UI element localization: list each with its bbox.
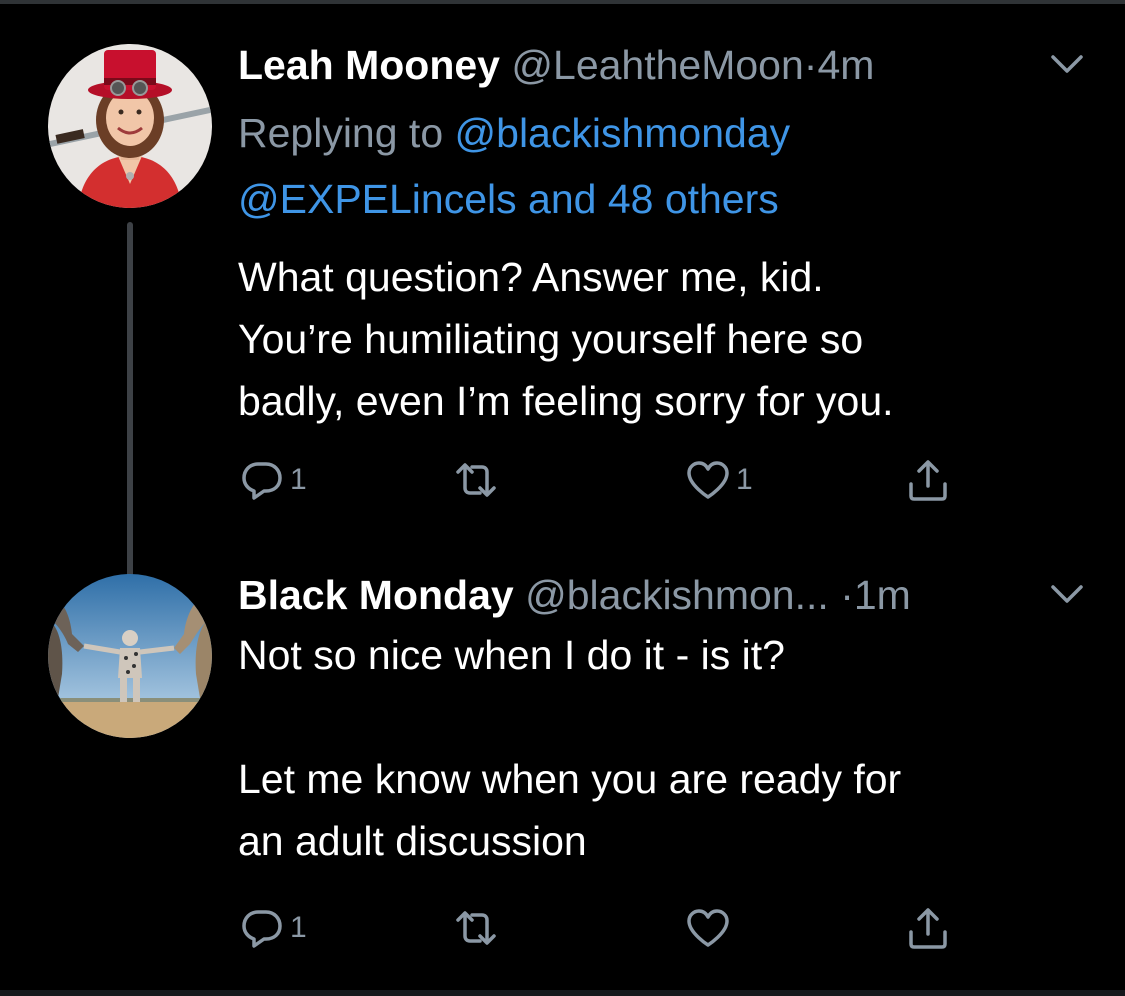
tweet-time[interactable]: 4m — [817, 42, 874, 88]
retweet-button[interactable] — [452, 450, 504, 510]
tweet-text-line: badly, even I’m feeling sorry for you. — [238, 378, 894, 424]
author-handle[interactable]: @blackishmon... — [525, 572, 829, 618]
tweet-time[interactable]: 1m — [854, 572, 911, 618]
tweet-text: Not so nice when I do it - is it? Let me… — [238, 624, 1098, 872]
tweet-actions: 1 — [238, 898, 998, 958]
retweet-button[interactable] — [452, 898, 504, 958]
retweet-icon — [456, 911, 496, 945]
share-button[interactable] — [904, 898, 952, 958]
mention-link[interactable]: @blackishmonday — [455, 110, 791, 156]
reply-button[interactable]: 1 — [238, 898, 307, 958]
avatar[interactable] — [48, 44, 212, 208]
share-button[interactable] — [904, 450, 952, 510]
tweet-text-line — [238, 686, 1098, 748]
author-name[interactable]: Leah Mooney — [238, 42, 500, 88]
reply-icon — [242, 910, 282, 948]
chevron-down-icon[interactable] — [1050, 582, 1084, 606]
author-handle[interactable]: @LeahtheMoon — [511, 42, 803, 88]
tweet-text-line: What question? Answer me, kid. — [238, 254, 824, 300]
tweet-text-line: You’re humiliating yourself here so — [238, 316, 864, 362]
reply-count: 1 — [290, 911, 307, 944]
retweet-icon — [456, 463, 496, 497]
tweet-content: Leah Mooney @LeahtheMoon·4m Replying to … — [238, 30, 1098, 432]
separator-dot: · — [803, 42, 818, 88]
reply-count: 1 — [290, 463, 307, 496]
replying-to-label: Replying to — [238, 110, 455, 156]
heart-icon — [687, 461, 729, 499]
top-divider — [0, 0, 1125, 4]
tweet-header: Leah Mooney @LeahtheMoon·4m — [238, 30, 1098, 100]
tweet-actions: 1 1 — [238, 450, 998, 510]
tweet-black-monday[interactable]: Black Monday @blackishmon... ·1m Not so … — [0, 560, 1125, 990]
tweet-text-line: an adult discussion — [238, 818, 587, 864]
user-avatar-sculpture-icon — [48, 574, 212, 738]
share-icon — [909, 460, 947, 501]
author-name[interactable]: Black Monday — [238, 572, 514, 618]
bottom-divider — [0, 990, 1125, 996]
avatar[interactable] — [48, 574, 212, 738]
tweet-leah-mooney[interactable]: Leah Mooney @LeahtheMoon·4m Replying to … — [0, 30, 1125, 590]
tweet-text: What question? Answer me, kid. You’re hu… — [238, 246, 1098, 432]
chevron-down-icon[interactable] — [1050, 52, 1084, 76]
tweet-text-line: Let me know when you are ready for — [238, 756, 902, 802]
like-count: 1 — [736, 463, 753, 496]
tweet-text-line: Not so nice when I do it - is it? — [238, 632, 785, 678]
like-button[interactable]: 1 — [684, 450, 753, 510]
replying-to-others-link[interactable]: @EXPELincels and 48 others — [238, 166, 1098, 232]
heart-icon — [687, 909, 729, 947]
share-icon — [909, 908, 947, 949]
like-button[interactable] — [684, 898, 736, 958]
replying-to: Replying to @blackishmonday — [238, 100, 1098, 166]
reply-icon — [242, 462, 282, 500]
reply-button[interactable]: 1 — [238, 450, 307, 510]
thread-connector-line — [127, 222, 133, 590]
tweet-content: Black Monday @blackishmon... ·1m Not so … — [238, 560, 1098, 872]
tweet-header: Black Monday @blackishmon... ·1m — [238, 560, 1098, 630]
user-avatar-red-top-hat-icon — [48, 44, 212, 208]
separator-dot: · — [840, 572, 854, 618]
